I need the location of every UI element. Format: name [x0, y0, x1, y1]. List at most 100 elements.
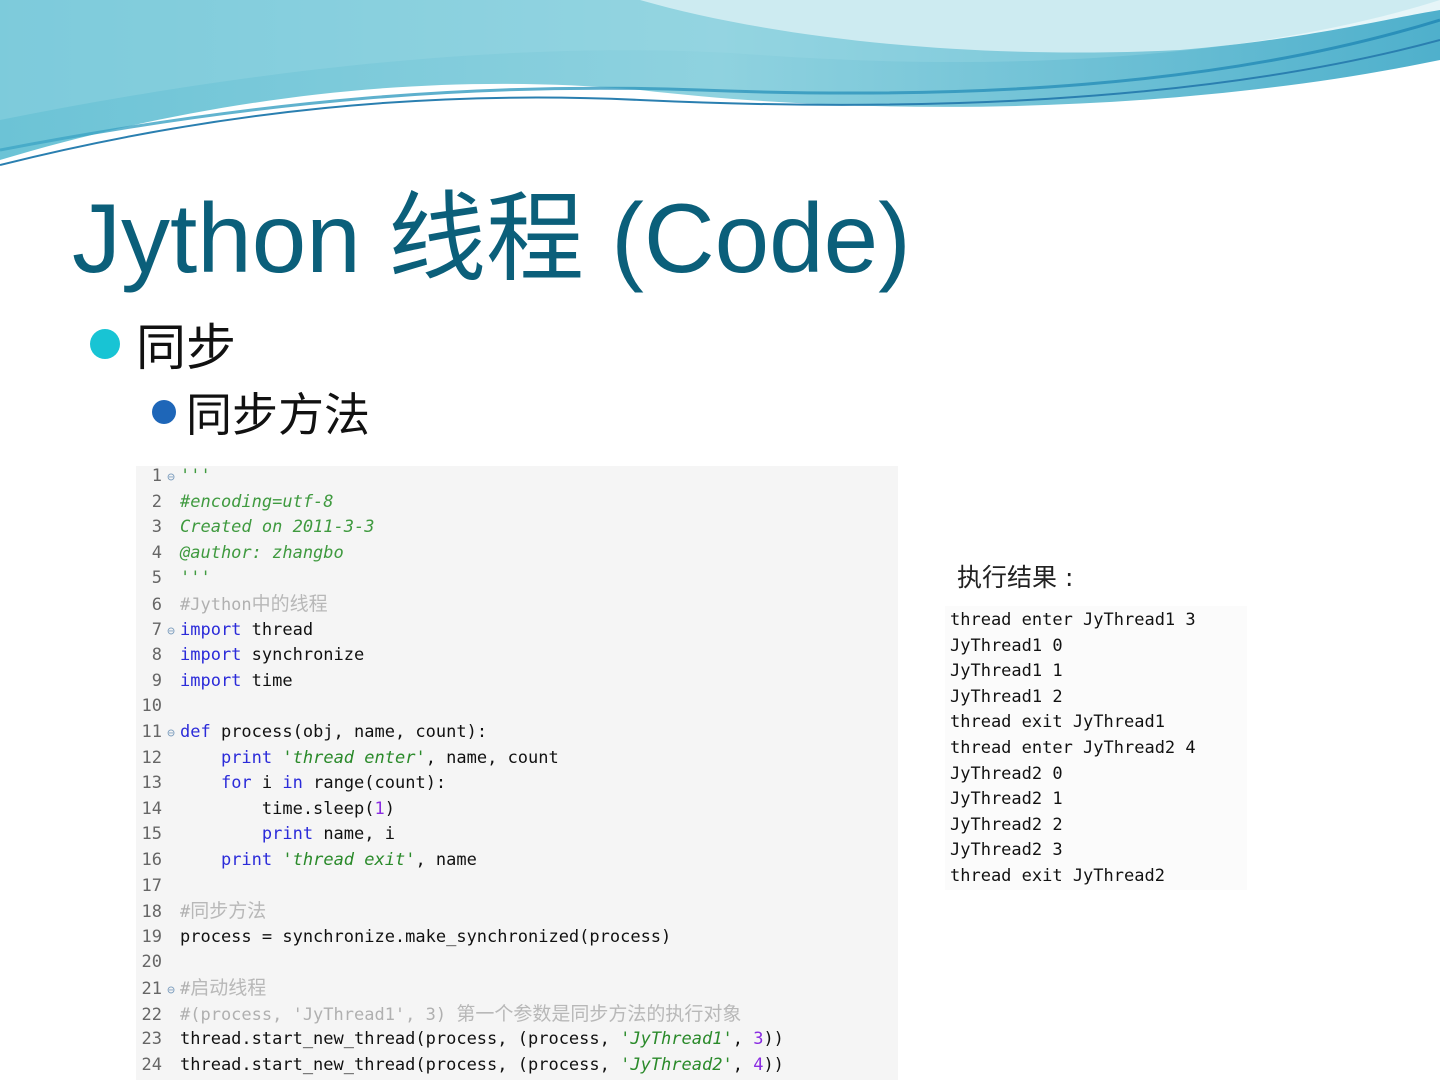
- fold-gutter: [162, 823, 180, 848]
- line-number: 20: [141, 952, 162, 973]
- code-token: ,: [732, 1054, 754, 1075]
- code-line: 7 ⊖ import thread: [136, 618, 313, 643]
- code-line: 2 #encoding=utf-8: [136, 490, 334, 515]
- code-line: 3 Created on 2011-3-3: [136, 515, 375, 541]
- code-line: 10: [136, 694, 180, 719]
- output-line: JyThread1 1: [950, 661, 1063, 682]
- code-token: 'JyThread1': [620, 1029, 733, 1050]
- code-token: thread: [241, 619, 314, 640]
- output-line: thread exit JyThread1: [950, 712, 1165, 733]
- code-token: thread.start_new_thread(process, (proces…: [180, 1054, 621, 1075]
- fold-gutter: [162, 901, 180, 926]
- code-token: process = synchronize.make_synchronized(…: [180, 926, 672, 947]
- fold-gutter: [162, 567, 180, 592]
- slide-title: Jython 线程 (Code): [72, 183, 911, 293]
- code-line: 17: [136, 874, 180, 899]
- code-token: import: [180, 670, 242, 691]
- code-token: print: [261, 824, 314, 845]
- line-number: 4: [151, 542, 162, 563]
- fold-gutter: [162, 644, 180, 669]
- code-line: 5 ''': [136, 566, 211, 591]
- output-line: JyThread2 1: [950, 789, 1063, 810]
- code-token: 启动线程: [190, 977, 267, 999]
- line-number: 3: [151, 517, 162, 538]
- bullet-text: 同步方法: [186, 388, 370, 442]
- output-line: JyThread2 2: [950, 814, 1063, 835]
- code-line: 15 print name, i: [136, 822, 395, 847]
- code-token: process(obj, name, count):: [210, 722, 488, 742]
- code-token: @author: zhangbo: [180, 542, 344, 563]
- code-token: )): [763, 1054, 784, 1075]
- line-number: 1: [151, 466, 162, 486]
- code-token: 4: [753, 1054, 764, 1075]
- fold-gutter: [162, 926, 180, 951]
- output-line: JyThread2 0: [950, 763, 1063, 784]
- fold-toggle-icon[interactable]: ⊖: [162, 619, 180, 644]
- line-number: 10: [141, 696, 162, 717]
- code-token: 3: [753, 1029, 764, 1050]
- result-label: 执行结果 :: [957, 563, 1074, 592]
- code-line: 23 thread.start_new_thread(process, (pro…: [136, 1027, 784, 1052]
- line-number: 6: [151, 595, 162, 615]
- fold-toggle-icon[interactable]: ⊖: [162, 466, 180, 490]
- fold-gutter: [162, 491, 180, 516]
- output-line: thread enter JyThread1 3: [950, 610, 1196, 630]
- code-token: ''': [180, 466, 211, 486]
- code-token: in: [282, 773, 303, 794]
- code-line: 19 process = synchronize.make_synchroniz…: [136, 925, 672, 951]
- line-number: 5: [151, 568, 162, 589]
- code-token: name, i: [313, 824, 395, 845]
- code-token: print: [220, 747, 273, 768]
- line-number: 16: [141, 850, 162, 870]
- code-token: 同步方法: [190, 900, 267, 923]
- code-line: 21 ⊖ #启动线程: [136, 976, 267, 1003]
- fold-toggle-icon[interactable]: ⊖: [162, 978, 180, 1003]
- fold-gutter: [162, 516, 180, 541]
- line-number: 12: [141, 747, 162, 768]
- code-line: 4 @author: zhangbo: [136, 541, 344, 566]
- code-token: import: [180, 619, 242, 640]
- console-output-panel: thread enter JyThread1 3 JyThread1 0 JyThr…: [945, 606, 1247, 890]
- code-line: 9 import time: [136, 669, 293, 694]
- output-line: thread enter JyThread2 4: [950, 738, 1196, 758]
- code-token: time: [241, 670, 293, 691]
- code-line: 6 #Jython中的线程: [136, 592, 328, 617]
- code-line: 11 ⊖ def process(obj, name, count):: [136, 720, 488, 746]
- output-line: thread exit JyThread2: [950, 866, 1165, 886]
- code-token: , name, count: [425, 747, 559, 768]
- code-token: print: [220, 850, 273, 870]
- output-line: JyThread1 2: [950, 686, 1063, 707]
- code-line: 14 time.sleep(1): [136, 797, 395, 822]
- code-token: 1: [374, 798, 385, 819]
- line-number: 15: [141, 824, 162, 845]
- output-line: JyThread1 0: [950, 635, 1063, 656]
- code-editor-panel: 1 ⊖ ''' 2 #encoding=utf-8 3 Created on 2011-…: [136, 466, 898, 1080]
- fold-gutter: [162, 772, 180, 797]
- bullet-dot-icon: [152, 400, 176, 424]
- fold-gutter: [162, 1054, 180, 1079]
- line-number: 2: [151, 491, 162, 512]
- code-line: 16 print 'thread exit', name: [136, 848, 477, 873]
- code-line: 8 import synchronize: [136, 643, 365, 669]
- bullet-level-2: 同步方法: [152, 384, 370, 442]
- fold-gutter: [162, 1028, 180, 1053]
- code-token: time.sleep(: [180, 798, 375, 819]
- fold-toggle-icon[interactable]: ⊖: [162, 721, 180, 746]
- code-token: def: [180, 722, 211, 742]
- code-token: 中的线程: [251, 593, 328, 615]
- line-number: 9: [151, 670, 162, 691]
- bullet-text: 同步: [136, 319, 236, 377]
- fold-gutter: [162, 542, 180, 567]
- code-token: synchronize: [241, 645, 365, 666]
- code-line: 22 #(process, 'JyThread1', 3) 第一个参数是同步方法…: [136, 1002, 742, 1027]
- code-token: #encoding=utf-8: [180, 491, 334, 512]
- header-wave-banner: [0, 0, 1440, 166]
- code-token: import: [180, 645, 242, 666]
- code-token: #: [180, 979, 191, 999]
- code-line: 13 for i in range(count):: [136, 771, 447, 797]
